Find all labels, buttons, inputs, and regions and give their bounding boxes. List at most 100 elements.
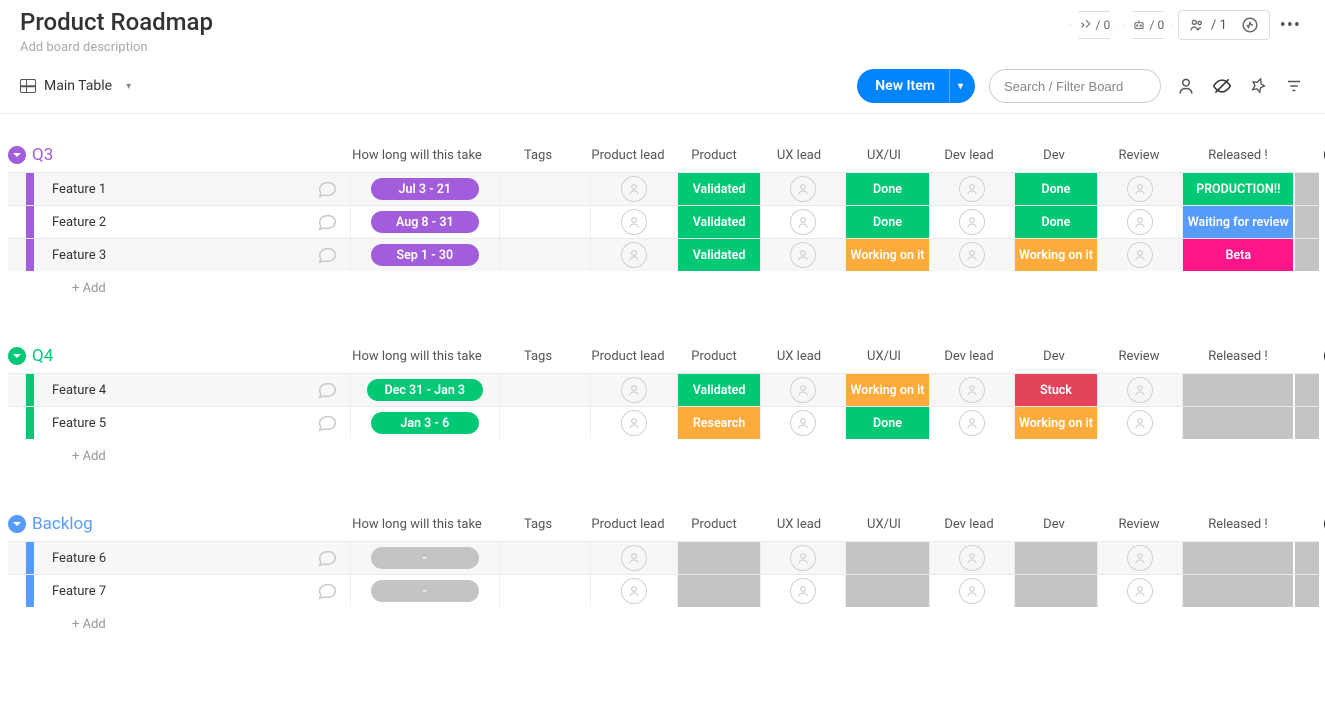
cell-dev[interactable]: Done bbox=[1014, 206, 1097, 238]
filter-icon[interactable] bbox=[1283, 75, 1305, 97]
column-header-tags[interactable]: Tags bbox=[492, 517, 584, 532]
column-header-devlead[interactable]: Dev lead bbox=[926, 349, 1012, 364]
column-header-released[interactable]: Released ! bbox=[1182, 148, 1294, 163]
add-item[interactable]: + Add bbox=[26, 617, 344, 632]
cell-uxui[interactable]: Done bbox=[845, 206, 928, 238]
column-header-howlong[interactable]: How long will this take bbox=[342, 517, 492, 532]
column-header-tags[interactable]: Tags bbox=[492, 349, 584, 364]
chat-button[interactable] bbox=[304, 407, 350, 439]
column-header-review[interactable]: Review bbox=[1096, 148, 1182, 163]
table-row[interactable]: Feature 5 Jan 3 - 6ResearchDoneWorking o… bbox=[8, 406, 1319, 439]
cell-howlong[interactable]: Sep 1 - 30 bbox=[350, 239, 499, 271]
cell-released[interactable]: PRODUCTION!! bbox=[1182, 173, 1293, 205]
pin-icon[interactable] bbox=[1247, 75, 1269, 97]
board-description[interactable]: Add board description bbox=[20, 40, 213, 55]
cell-review[interactable] bbox=[1097, 374, 1182, 406]
cell-ux-lead[interactable] bbox=[760, 206, 845, 238]
table-row[interactable]: Feature 3 Sep 1 - 30ValidatedWorking on … bbox=[8, 238, 1319, 271]
cell-ux-lead[interactable] bbox=[760, 542, 845, 574]
column-header-product[interactable]: Product bbox=[672, 148, 756, 163]
table-row[interactable]: Feature 7 - bbox=[8, 574, 1319, 607]
cell-review[interactable] bbox=[1097, 575, 1182, 607]
cell-tags[interactable] bbox=[499, 407, 590, 439]
cell-dev[interactable] bbox=[1014, 575, 1097, 607]
column-header-tags[interactable]: Tags bbox=[492, 148, 584, 163]
chat-button[interactable] bbox=[304, 173, 350, 205]
cell-released[interactable] bbox=[1182, 542, 1293, 574]
column-header-product[interactable]: Product bbox=[672, 349, 756, 364]
column-header-dev[interactable]: Dev bbox=[1012, 148, 1096, 163]
integration-badge-1[interactable]: / 0 bbox=[1070, 11, 1118, 39]
column-header-plead[interactable]: Product lead bbox=[584, 517, 672, 532]
cell-ux-lead[interactable] bbox=[760, 575, 845, 607]
cell-uxui[interactable] bbox=[845, 542, 928, 574]
cell-uxui[interactable] bbox=[845, 575, 928, 607]
cell-uxui[interactable]: Done bbox=[845, 407, 928, 439]
cell-product[interactable]: Research bbox=[677, 407, 760, 439]
cell-review[interactable] bbox=[1097, 239, 1182, 271]
cell-product[interactable]: Validated bbox=[677, 206, 760, 238]
table-row[interactable]: Feature 6 - bbox=[8, 541, 1319, 574]
cell-uxui[interactable]: Done bbox=[845, 173, 928, 205]
hide-icon[interactable] bbox=[1211, 75, 1233, 97]
members-button[interactable]: / 1 bbox=[1178, 10, 1270, 40]
item-name[interactable]: Feature 3 bbox=[34, 239, 304, 271]
table-row[interactable]: Feature 1 Jul 3 - 21ValidatedDoneDonePRO… bbox=[8, 172, 1319, 205]
item-name[interactable]: Feature 7 bbox=[34, 575, 304, 607]
view-switcher[interactable]: Main Table ▾ bbox=[20, 78, 131, 94]
cell-product-lead[interactable] bbox=[590, 542, 677, 574]
cell-howlong[interactable]: Aug 8 - 31 bbox=[350, 206, 499, 238]
new-item-dropdown[interactable]: ▾ bbox=[949, 69, 975, 103]
chat-button[interactable] bbox=[304, 374, 350, 406]
cell-product-lead[interactable] bbox=[590, 206, 677, 238]
search-input[interactable] bbox=[989, 69, 1161, 103]
cell-product[interactable]: Validated bbox=[677, 173, 760, 205]
item-name[interactable]: Feature 6 bbox=[34, 542, 304, 574]
cell-tags[interactable] bbox=[499, 374, 590, 406]
column-header-review[interactable]: Review bbox=[1096, 349, 1182, 364]
add-item[interactable]: + Add bbox=[26, 281, 344, 296]
cell-dev-lead[interactable] bbox=[929, 206, 1014, 238]
new-item-button[interactable]: New Item ▾ bbox=[857, 69, 975, 103]
cell-dev-lead[interactable] bbox=[929, 407, 1014, 439]
column-header-howlong[interactable]: How long will this take bbox=[342, 148, 492, 163]
cell-product-lead[interactable] bbox=[590, 575, 677, 607]
cell-tags[interactable] bbox=[499, 575, 590, 607]
cell-uxui[interactable]: Working on it bbox=[845, 239, 928, 271]
chat-button[interactable] bbox=[304, 206, 350, 238]
cell-released[interactable]: Beta bbox=[1182, 239, 1293, 271]
column-header-dev[interactable]: Dev bbox=[1012, 349, 1096, 364]
item-name[interactable]: Feature 2 bbox=[34, 206, 304, 238]
cell-ux-lead[interactable] bbox=[760, 374, 845, 406]
column-header-devlead[interactable]: Dev lead bbox=[926, 148, 1012, 163]
cell-ux-lead[interactable] bbox=[760, 173, 845, 205]
cell-released[interactable]: Waiting for review bbox=[1182, 206, 1293, 238]
cell-review[interactable] bbox=[1097, 407, 1182, 439]
cell-howlong[interactable]: - bbox=[350, 542, 499, 574]
cell-released[interactable] bbox=[1182, 575, 1293, 607]
column-header-uxui[interactable]: UX/UI bbox=[842, 517, 926, 532]
cell-released[interactable] bbox=[1182, 407, 1293, 439]
column-header-howlong[interactable]: How long will this take bbox=[342, 349, 492, 364]
cell-dev[interactable]: Working on it bbox=[1014, 239, 1097, 271]
cell-product-lead[interactable] bbox=[590, 374, 677, 406]
column-header-uxui[interactable]: UX/UI bbox=[842, 349, 926, 364]
chat-button[interactable] bbox=[304, 575, 350, 607]
cell-product[interactable]: Validated bbox=[677, 374, 760, 406]
cell-dev-lead[interactable] bbox=[929, 239, 1014, 271]
cell-dev-lead[interactable] bbox=[929, 542, 1014, 574]
cell-howlong[interactable]: - bbox=[350, 575, 499, 607]
item-name[interactable]: Feature 1 bbox=[34, 173, 304, 205]
cell-dev[interactable]: Done bbox=[1014, 173, 1097, 205]
cell-product-lead[interactable] bbox=[590, 407, 677, 439]
cell-ux-lead[interactable] bbox=[760, 407, 845, 439]
cell-dev-lead[interactable] bbox=[929, 173, 1014, 205]
cell-review[interactable] bbox=[1097, 206, 1182, 238]
cell-tags[interactable] bbox=[499, 206, 590, 238]
cell-howlong[interactable]: Jan 3 - 6 bbox=[350, 407, 499, 439]
cell-howlong[interactable]: Dec 31 - Jan 3 bbox=[350, 374, 499, 406]
column-header-released[interactable]: Released ! bbox=[1182, 517, 1294, 532]
column-header-uxlead[interactable]: UX lead bbox=[756, 349, 842, 364]
add-item[interactable]: + Add bbox=[26, 449, 344, 464]
chat-button[interactable] bbox=[304, 542, 350, 574]
